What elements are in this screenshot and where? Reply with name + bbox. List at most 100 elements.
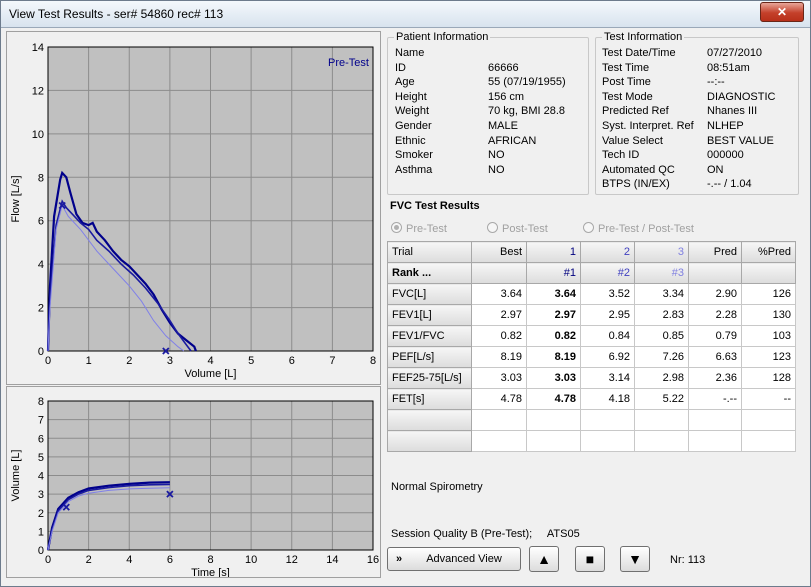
- table-cell: 7.26: [634, 346, 689, 368]
- radio-dot-icon: [487, 222, 498, 233]
- table-row: FEV1/FVC 0.82 0.82 0.84 0.85 0.79 103: [387, 325, 796, 347]
- stop-button[interactable]: ■: [575, 546, 605, 572]
- table-cell: 3.14: [580, 367, 635, 389]
- empty-row: [387, 409, 796, 431]
- test-value: 07/27/2010: [707, 47, 763, 59]
- test-label: BTPS (IN/EX): [602, 178, 670, 191]
- empty-row: [387, 430, 796, 452]
- flow-volume-chart: 0 1 2 3 4 5 6 7 802468101214Volume [L]Flow [L/s]…: [10, 42, 376, 380]
- table-cell: 2.90: [688, 283, 742, 305]
- session-quality-text: Session Quality B (Pre-Test); ATS05: [391, 528, 580, 540]
- fvc-results-title: FVC Test Results: [390, 200, 480, 212]
- y-tick-label: 2: [38, 508, 44, 520]
- row-label[interactable]: FVC[L]: [387, 283, 472, 305]
- test-value: NLHEP: [707, 120, 744, 132]
- y-tick-label: 10: [32, 129, 44, 141]
- column-header-trial-2[interactable]: 2: [580, 241, 635, 263]
- y-tick-label: 0: [38, 346, 44, 358]
- advanced-view-button[interactable]: » Advanced View: [387, 547, 521, 571]
- previous-button[interactable]: ▲: [529, 546, 559, 572]
- patient-information-title: Patient Information: [394, 31, 491, 43]
- test-value: DIAGNOSTIC: [707, 90, 776, 103]
- interpretation-text: Normal Spirometry: [391, 481, 483, 493]
- test-label: Test Mode: [602, 90, 653, 103]
- test-label: Predicted Ref: [602, 105, 669, 118]
- table-cell: 8.19: [471, 346, 527, 368]
- table-cell: 4.78: [471, 388, 527, 410]
- table-cell: --: [741, 388, 796, 410]
- test-value: Nhanes III: [707, 105, 758, 118]
- fvc-results-table: Trial Best 1 2 3 Pred %Pred Rank ... #1 …: [387, 241, 796, 452]
- table-cell: 130: [741, 304, 796, 326]
- table-cell: 0.85: [634, 325, 689, 347]
- triangle-up-icon: ▲: [537, 551, 551, 567]
- rank-label[interactable]: Rank ...: [387, 262, 472, 284]
- x-tick-label: 4: [207, 355, 213, 367]
- volume-time-chart: 0 2 4 6 8 10 12 14 16012345678Time [s]Volume [L]: [10, 396, 379, 579]
- column-header-trial-3[interactable]: 3: [634, 241, 689, 263]
- patient-value: 66666: [488, 61, 519, 74]
- rank-cell: [741, 262, 796, 284]
- advanced-view-label: Advanced View: [426, 553, 502, 565]
- column-header-trial-1[interactable]: 1: [526, 241, 581, 263]
- table-row: FEV1[L] 2.97 2.97 2.95 2.83 2.28 130: [387, 304, 796, 326]
- column-header-pred[interactable]: Pred: [688, 241, 742, 263]
- row-label[interactable]: FET[s]: [387, 388, 472, 410]
- volume-time-panel: 0 2 4 6 8 10 12 14 16 0 1 2 3 4 5 6 7 8 Time [s] Volume [L]: [6, 386, 381, 579]
- y-tick-label: 3: [38, 489, 44, 501]
- rank-cell: #2: [580, 262, 635, 284]
- rank-row: Rank ... #1 #2 #3: [387, 262, 796, 284]
- rank-cell: [688, 262, 742, 284]
- radio-pre-test[interactable]: Pre-Test: [391, 222, 447, 235]
- radio-pre-post-test[interactable]: Pre-Test / Post-Test: [583, 222, 694, 235]
- x-tick-label: 16: [367, 554, 379, 566]
- y-tick-label: 7: [38, 415, 44, 427]
- rank-cell: [471, 262, 527, 284]
- y-tick-label: 1: [38, 526, 44, 538]
- x-tick-label: 1: [86, 355, 92, 367]
- table-cell: 128: [741, 367, 796, 389]
- test-value: --:--: [707, 76, 725, 89]
- patient-label: Age: [395, 76, 415, 89]
- close-button[interactable]: ✕: [760, 2, 804, 22]
- y-tick-label: 6: [38, 433, 44, 445]
- test-value: 000000: [707, 149, 744, 162]
- column-header-best[interactable]: Best: [471, 241, 527, 263]
- close-icon: ✕: [776, 5, 788, 19]
- column-header-pct-pred[interactable]: %Pred: [741, 241, 796, 263]
- x-tick-label: 0: [45, 355, 51, 367]
- table-cell: 2.36: [688, 367, 742, 389]
- square-icon: ■: [585, 551, 595, 567]
- row-label[interactable]: PEF[L/s]: [387, 346, 472, 368]
- patient-label: Weight: [395, 105, 430, 118]
- test-value: 08:51am: [707, 61, 750, 74]
- patient-label: ID: [395, 61, 406, 74]
- table-row: FEF25-75[L/s] 3.03 3.03 3.14 2.98 2.36 128: [387, 367, 796, 389]
- title-bar[interactable]: View Test Results - ser# 54860 rec# 113 …: [1, 1, 810, 28]
- table-cell: 2.28: [688, 304, 742, 326]
- radio-post-test[interactable]: Post-Test: [487, 222, 548, 235]
- y-tick-label: 4: [38, 471, 44, 483]
- table-cell: 4.18: [580, 388, 635, 410]
- table-cell: 3.34: [634, 283, 689, 305]
- column-header-trial[interactable]: Trial: [387, 241, 472, 263]
- y-tick-label: 14: [32, 42, 44, 54]
- next-button[interactable]: ▼: [620, 546, 650, 572]
- table-cell: 103: [741, 325, 796, 347]
- x-tick-label: 8: [370, 355, 376, 367]
- table-cell: 2.83: [634, 304, 689, 326]
- table-row: FET[s] 4.78 4.78 4.18 5.22 -.-- --: [387, 388, 796, 410]
- row-label[interactable]: FEF25-75[L/s]: [387, 367, 472, 389]
- row-label[interactable]: FEV1[L]: [387, 304, 472, 326]
- x-tick-label: 5: [248, 355, 254, 367]
- patient-value: 70 kg, BMI 28.8: [488, 105, 566, 118]
- triangle-down-icon: ▼: [628, 551, 642, 567]
- y-tick-label: 4: [38, 259, 44, 271]
- table-cell: 126: [741, 283, 796, 305]
- row-label[interactable]: FEV1/FVC: [387, 325, 472, 347]
- table-row: FVC[L] 3.64 3.64 3.52 3.34 2.90 126: [387, 283, 796, 305]
- table-cell: 123: [741, 346, 796, 368]
- test-label: Value Select: [602, 134, 663, 147]
- rank-cell: #1: [526, 262, 581, 284]
- y-tick-label: 8: [38, 172, 44, 184]
